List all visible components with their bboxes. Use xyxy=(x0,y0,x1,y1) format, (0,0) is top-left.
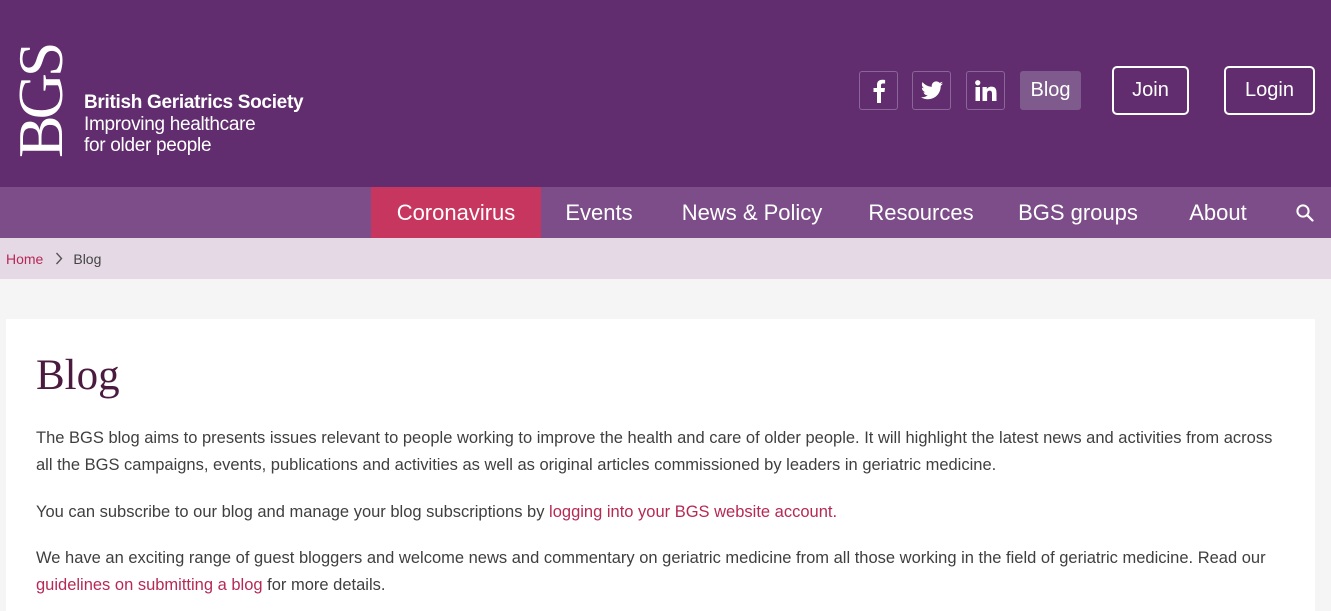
search-icon xyxy=(1296,203,1314,222)
chevron-right-icon xyxy=(55,252,63,265)
login-button[interactable]: Login xyxy=(1224,66,1315,115)
main-nav: Coronavirus Events News & Policy Resourc… xyxy=(0,187,1331,238)
site-header: BGS British Geriatrics Society Improving… xyxy=(0,0,1331,187)
blog-header-button[interactable]: Blog xyxy=(1020,71,1081,110)
tagline-line1: Improving healthcare xyxy=(84,114,256,135)
subscribe-paragraph: You can subscribe to our blog and manage… xyxy=(36,499,1286,526)
tagline-line2: for older people xyxy=(84,135,212,156)
logo-text: British Geriatrics Society Improving hea… xyxy=(84,92,304,156)
nav-item-about[interactable]: About xyxy=(1176,187,1260,238)
main-content-card: Blog The BGS blog aims to presents issue… xyxy=(6,319,1315,611)
twitter-button[interactable] xyxy=(912,71,951,110)
facebook-button[interactable] xyxy=(859,71,898,110)
nav-item-bgs-groups[interactable]: BGS groups xyxy=(1010,187,1146,238)
intro-paragraph: The BGS blog aims to presents issues rel… xyxy=(36,429,1273,474)
guest-bloggers-end-text: for more details. xyxy=(262,576,386,594)
svg-text:BGS: BGS xyxy=(8,45,68,158)
nav-item-events[interactable]: Events xyxy=(555,187,643,238)
page-title: Blog xyxy=(36,352,120,399)
bgs-logo[interactable]: BGS British Geriatrics Society Improving… xyxy=(8,26,308,161)
linkedin-button[interactable] xyxy=(966,71,1005,110)
nav-item-coronavirus[interactable]: Coronavirus xyxy=(371,187,541,238)
account-login-link[interactable]: logging into your BGS website account. xyxy=(549,503,837,521)
twitter-icon xyxy=(920,81,943,100)
bgs-logo-mark: BGS xyxy=(8,45,68,158)
blog-guidelines-link[interactable]: guidelines on submitting a blog xyxy=(36,576,263,594)
search-button[interactable] xyxy=(1290,187,1320,238)
breadcrumb-current: Blog xyxy=(73,250,102,267)
linkedin-icon xyxy=(974,80,996,101)
facebook-icon xyxy=(873,79,885,103)
join-button[interactable]: Join xyxy=(1112,66,1189,115)
guest-bloggers-paragraph: We have an exciting range of guest blogg… xyxy=(36,545,1286,599)
org-name: British Geriatrics Society xyxy=(84,92,304,113)
subscribe-text: You can subscribe to our blog and manage… xyxy=(36,503,550,521)
breadcrumb: Home Blog xyxy=(0,238,1331,279)
nav-item-resources[interactable]: Resources xyxy=(860,187,982,238)
guest-bloggers-text: We have an exciting range of guest blogg… xyxy=(36,549,1266,567)
breadcrumb-home-link[interactable]: Home xyxy=(6,251,43,267)
nav-item-news-policy[interactable]: News & Policy xyxy=(672,187,832,238)
